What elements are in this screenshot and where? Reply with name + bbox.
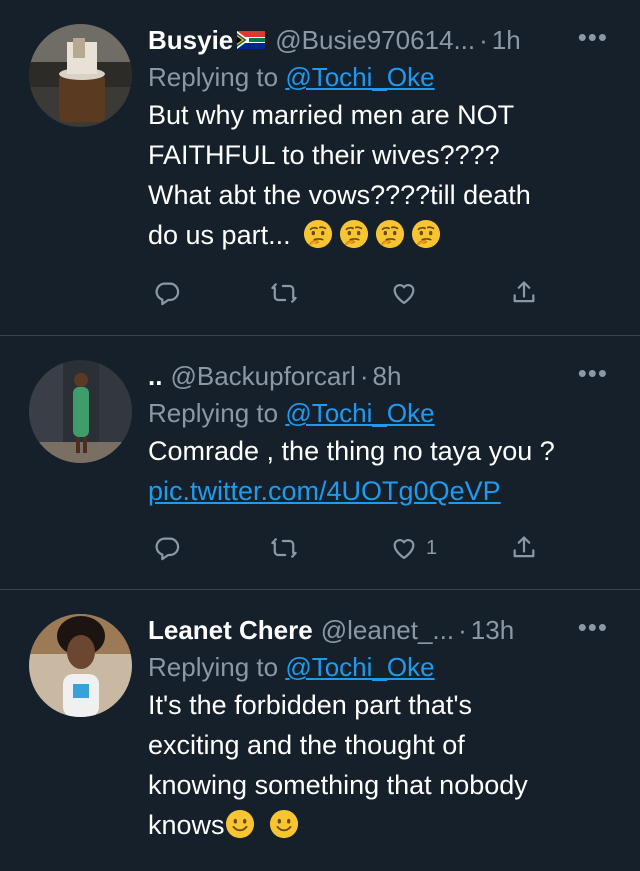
slightly-smiling-face-emoji (269, 809, 299, 839)
media-link[interactable]: pic.twitter.com/4UOTg0QeVP (148, 476, 501, 506)
avatar[interactable] (29, 360, 132, 463)
retweet-button[interactable] (270, 534, 298, 562)
replying-to: Replying to @Tochi_Oke (148, 398, 626, 429)
heart-icon (390, 279, 418, 307)
mention-link[interactable]: @Tochi_Oke (285, 398, 434, 428)
share-button[interactable] (510, 279, 538, 307)
tweet-text-line: knows (148, 805, 626, 845)
display-name[interactable]: Busyie (148, 25, 233, 56)
tweet-text-line: What abt the vows????till death (148, 180, 531, 210)
timestamp[interactable]: 13h (471, 615, 514, 646)
reply-icon (153, 279, 181, 307)
replying-to: Replying to @Tochi_Oke (148, 652, 626, 683)
like-button[interactable]: 1 (390, 534, 437, 562)
mention-link[interactable]: @Tochi_Oke (285, 62, 434, 92)
tweet-text: Comrade , the thing no taya you ? pic.tw… (148, 431, 626, 511)
thinking-face-emoji (411, 219, 441, 249)
retweet-icon (270, 279, 298, 307)
tweet-text-line: But why married men are NOT (148, 100, 515, 130)
mention-link[interactable]: @Tochi_Oke (285, 652, 434, 682)
reply-button[interactable] (153, 534, 181, 562)
retweet-icon (270, 534, 298, 562)
replying-to-label: Replying to (148, 62, 279, 92)
replying-to-label: Replying to (148, 652, 279, 682)
tweet-text: It's the forbidden part that's exciting … (148, 685, 626, 845)
tweet[interactable]: Leanet Chere @leanet_... · 13h ••• Reply… (0, 589, 640, 871)
handle[interactable]: @Backupforcarl (170, 361, 355, 392)
timestamp[interactable]: 8h (372, 361, 401, 392)
display-name[interactable]: Leanet Chere (148, 615, 313, 646)
tweet[interactable]: .. @Backupforcarl · 8h ••• Replying to @… (0, 335, 640, 589)
slightly-smiling-face-emoji (225, 809, 255, 839)
replying-to-label: Replying to (148, 398, 279, 428)
replying-to: Replying to @Tochi_Oke (148, 62, 626, 93)
tweet-actions: 1 (148, 534, 568, 574)
heart-icon (390, 534, 418, 562)
tweet-actions (148, 279, 568, 319)
tweet-text: But why married men are NOT FAITHFUL to … (148, 95, 626, 255)
share-icon (510, 534, 538, 562)
like-button[interactable] (390, 279, 426, 307)
tweet-text-line: FAITHFUL to their wives???? (148, 140, 500, 170)
separator: · (479, 24, 488, 55)
tweet-text-line: exciting and the thought of (148, 730, 465, 760)
more-options-icon[interactable]: ••• (578, 612, 608, 643)
handle[interactable]: @leanet_... (321, 615, 454, 646)
tweet-text-line: Comrade , the thing no taya you ? (148, 436, 555, 466)
tweet[interactable]: Busyie @Busie970614... · 1h ••• Replying… (0, 0, 640, 335)
reply-button[interactable] (153, 279, 181, 307)
retweet-button[interactable] (270, 279, 298, 307)
display-name[interactable]: .. (148, 361, 162, 392)
south-africa-flag-icon (237, 25, 266, 56)
reply-icon (153, 534, 181, 562)
tweet-text-line: It's the forbidden part that's (148, 690, 472, 720)
timestamp[interactable]: 1h (492, 25, 521, 56)
thinking-face-emoji (303, 219, 333, 249)
separator: · (458, 614, 467, 645)
more-options-icon[interactable]: ••• (578, 358, 608, 389)
share-button[interactable] (510, 534, 538, 562)
share-icon (510, 279, 538, 307)
thinking-face-emoji (339, 219, 369, 249)
like-count: 1 (426, 536, 438, 559)
avatar[interactable] (29, 614, 132, 717)
more-options-icon[interactable]: ••• (578, 22, 608, 53)
tweet-text-line: knowing something that nobody (148, 770, 528, 800)
avatar[interactable] (29, 24, 132, 127)
tweet-text-line: do us part... (148, 215, 626, 255)
handle[interactable]: @Busie970614... (275, 25, 475, 56)
separator: · (359, 360, 369, 391)
thinking-face-emoji (375, 219, 405, 249)
